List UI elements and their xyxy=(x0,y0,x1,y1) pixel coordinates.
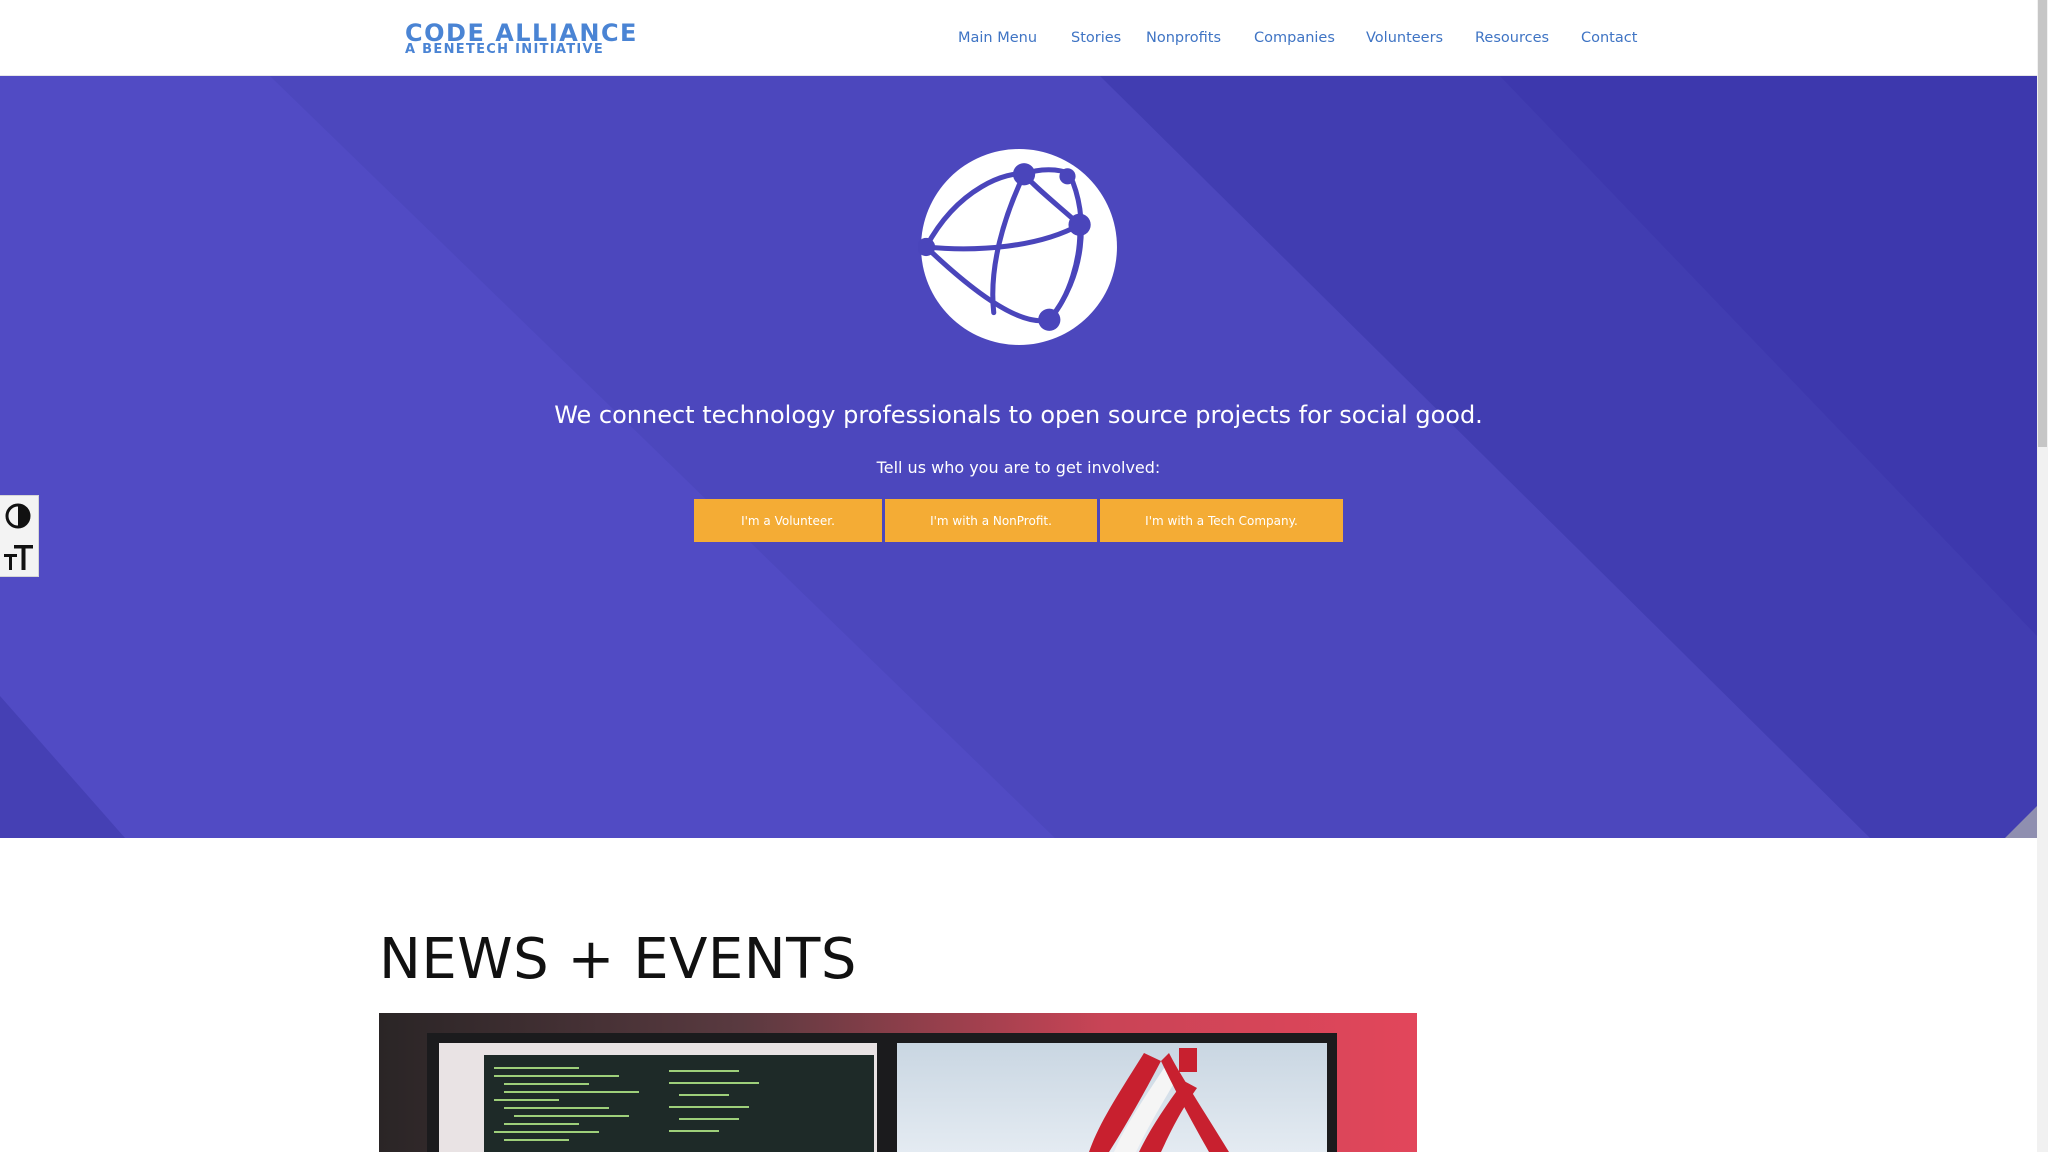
news-featured-image[interactable] xyxy=(379,1013,1417,1152)
monitors-flag-photo xyxy=(379,1013,1417,1152)
nav-item-companies[interactable]: Companies xyxy=(1254,26,1335,50)
site-header: CODE ALLIANCE A BENETECH INITIATIVE Main… xyxy=(0,0,2037,76)
hero-subtagline: Tell us who you are to get involved: xyxy=(876,458,1161,477)
font-size-icon xyxy=(4,545,33,570)
nonprofit-button[interactable]: I'm with a NonProfit. xyxy=(885,499,1097,542)
nav-item-stories[interactable]: Stories xyxy=(1071,26,1121,50)
logo-subtitle: A BENETECH INITIATIVE xyxy=(405,42,605,57)
hero-tagline: We connect technology professionals to o… xyxy=(554,401,1483,429)
globe-network-icon xyxy=(918,149,1117,345)
font-size-button[interactable] xyxy=(0,537,38,577)
nav-item-volunteers[interactable]: Volunteers xyxy=(1366,26,1443,50)
scrollbar-thumb[interactable] xyxy=(2038,0,2047,447)
nav-item-resources[interactable]: Resources xyxy=(1475,26,1549,50)
page: CODE ALLIANCE A BENETECH INITIATIVE Main… xyxy=(0,0,2048,1152)
nav-item-contact[interactable]: Contact xyxy=(1581,26,1637,50)
news-events-heading: NEWS + EVENTS xyxy=(379,927,857,992)
tech-company-button[interactable]: I'm with a Tech Company. xyxy=(1100,499,1343,542)
nav-item-main-menu[interactable]: Main Menu xyxy=(958,26,1037,50)
code-alliance-logo[interactable]: CODE ALLIANCE A BENETECH INITIATIVE xyxy=(405,21,636,57)
nav-item-nonprofits[interactable]: Nonprofits xyxy=(1146,26,1221,50)
volunteer-button[interactable]: I'm a Volunteer. xyxy=(694,499,882,542)
page-scrollbar[interactable] xyxy=(2037,0,2048,1152)
contrast-toggle-icon xyxy=(5,503,31,529)
hero-section: We connect technology professionals to o… xyxy=(0,76,2037,838)
contrast-toggle-button[interactable] xyxy=(0,496,38,536)
accessibility-toolbar xyxy=(0,495,39,577)
